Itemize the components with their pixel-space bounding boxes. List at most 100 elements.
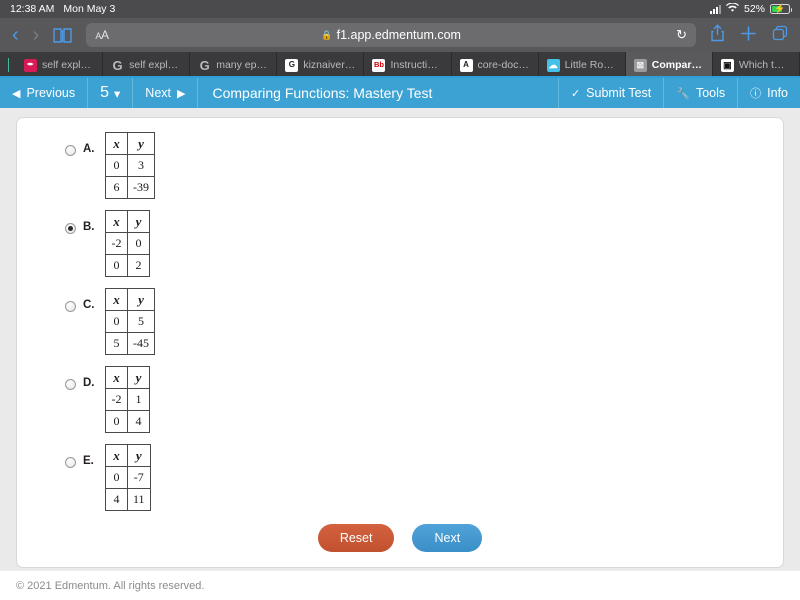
choice-letter: E. [83,455,94,467]
browser-tab[interactable]: Gmany episod... [190,52,278,78]
column-header: x [105,210,128,233]
radio-button[interactable] [65,223,76,234]
table-header-row: xy [105,366,150,389]
edmentum-icon: ⊠ [633,58,647,72]
table-row: 6 -39 [105,176,155,199]
table-cell: 3 [127,154,155,177]
table-cell: 0 [105,410,128,433]
radio-button[interactable] [65,301,76,312]
table-cell: 1 [127,388,150,411]
choice-letter: A. [83,143,95,155]
table-cell: 0 [105,310,128,333]
question-card: A. x y 0 3 6 -39 B. x y -2 0 0 2 C. x y 0 5 5 -45 D. x y -2 1 0 4 E.… [16,117,784,568]
table-header-row: xy [105,132,155,155]
column-header: y [127,132,155,155]
google-icon: G [112,57,123,73]
tab-overview-icon[interactable] [772,25,788,45]
choice-letter: C. [83,299,95,311]
previous-label: Previous [26,86,76,100]
next-label-toolbar: Next [145,86,171,100]
radio-button[interactable] [65,457,76,468]
address-bar[interactable]: AAAA 🔒 f1.app.edmentum.com ↻ [86,23,696,47]
tools-button[interactable]: 🔧 Tools [664,78,739,108]
info-circle-icon: ⓘ [750,88,762,100]
chevron-left-icon[interactable]: ‹ [12,25,19,45]
battery-charging-icon: ⚡ [770,4,792,14]
answer-choice[interactable]: D. x y -2 1 0 4 [65,366,783,433]
table-cell: 4 [127,410,150,433]
book-icon[interactable] [53,27,73,43]
tab-strip-left-edge [0,52,16,78]
browser-tab-label: Little Rock SD [564,59,617,71]
browser-tab[interactable]: Gself expla... [103,52,191,78]
share-icon[interactable] [710,24,725,46]
info-button[interactable]: ⓘ Info [738,78,800,108]
browser-tab[interactable]: Acore-docs.s... [452,52,539,78]
table-row: 03 [105,154,155,177]
browser-tab-label: self expla... [129,59,182,71]
content-area: A. x y 0 3 6 -39 B. x y -2 0 0 2 C. x y 0 5 5 -45 D. x y -2 1 0 4 E.… [0,108,800,570]
column-header: x [105,366,128,389]
wifi-icon [725,1,739,16]
column-header: x [105,288,128,311]
battery-percent: 52% [743,3,765,15]
wrench-icon: 🔧 [676,87,690,100]
browser-tab[interactable]: ⊠ Comparing F... [625,52,713,78]
chevron-down-icon: ▾ [114,86,121,101]
check-circle-icon: ✓ [570,87,581,100]
plus-icon[interactable] [741,25,756,45]
cellular-signal-icon [709,4,721,14]
table-row: 04 [105,410,150,433]
table-row: -2 1 [105,388,150,411]
browser-tab[interactable]: ☁ Little Rock SD [539,52,626,78]
column-header: x [105,444,128,467]
choice-letter: B. [83,221,95,233]
previous-button[interactable]: ◀ Previous [0,78,89,108]
column-header: y [127,444,151,467]
submit-test-button[interactable]: ✓ Submit Test [557,78,665,108]
table-cell: 0 [105,154,128,177]
next-button-toolbar[interactable]: Next ▶ [133,78,199,108]
footer: © 2021 Edmentum. All rights reserved. [0,570,800,600]
answer-choice[interactable]: A. x y 0 3 6 -39 [65,132,783,199]
browser-tab[interactable]: ▣ Which two t... [713,52,800,78]
submit-test-label: Submit Test [586,86,652,100]
action-button-row: Reset Next [17,524,783,552]
table-cell: 11 [127,488,151,511]
table-row: 5 -45 [105,332,155,355]
browser-tab[interactable]: Gkiznaiver kat... [277,52,365,78]
answer-choice[interactable]: E. x y 0 -7 4 11 [65,444,783,511]
table-cell: 2 [127,254,150,277]
next-button[interactable]: Next [412,524,483,552]
ios-status-bar: 12:38 AM Mon May 3 52% ⚡ [0,0,800,18]
browser-tab-label: many episod... [216,59,268,71]
generic-a-icon: A [459,58,473,72]
page-number-dropdown[interactable]: 5 ▾ [88,78,134,108]
url-text: f1.app.edmentum.com [336,28,461,42]
answer-choice[interactable]: C. x y 0 5 5 -45 [65,288,783,355]
browser-tab[interactable]: Bb Instructional... [364,52,452,78]
arrow-left-circle-icon: ◀ [12,87,21,100]
table-cell: 0 [127,232,150,255]
google-icon: G [199,57,210,73]
browser-tab[interactable]: ✒ self expla... [16,52,104,78]
column-header: y [127,288,155,311]
chevron-right-icon[interactable]: › [33,25,40,45]
video-icon: ▣ [720,58,734,72]
table-cell: 5 [127,310,155,333]
reload-icon[interactable]: ↻ [676,27,687,43]
answer-choice[interactable]: B. x y -2 0 0 2 [65,210,783,277]
table-cell: 6 [105,176,128,199]
table-row: 05 [105,310,155,333]
choice-letter: D. [83,377,95,389]
page-title: Comparing Functions: Mastery Test [212,85,433,101]
radio-button[interactable] [65,379,76,390]
table-header-row: xy [105,444,151,467]
reset-button[interactable]: Reset [317,524,395,552]
browser-tab-label: Instructional... [390,59,442,71]
table-cell: -45 [127,332,155,355]
column-header: x [105,132,128,155]
table-cell: -2 [105,388,128,411]
table-row: 02 [105,254,150,277]
radio-button[interactable] [65,145,76,156]
